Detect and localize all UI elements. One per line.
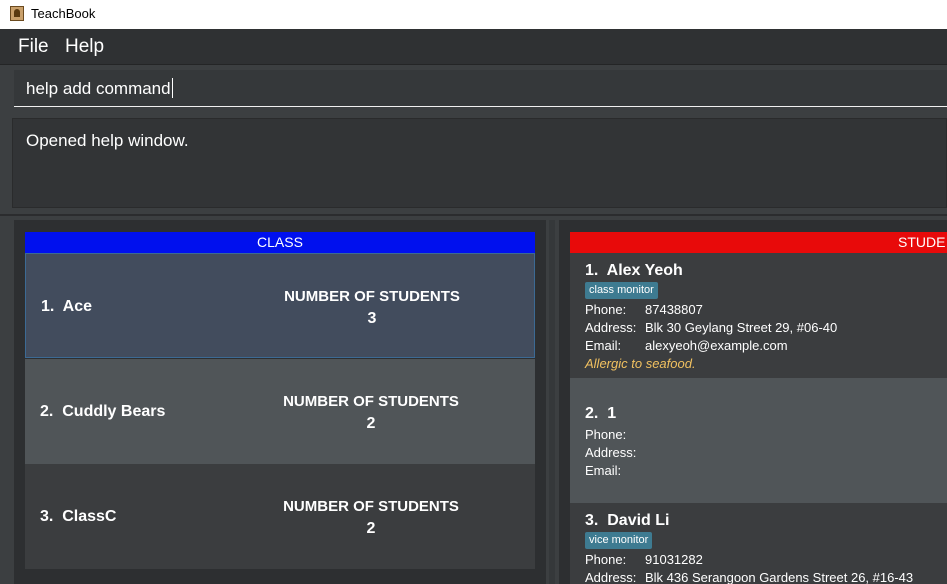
result-message: Opened help window. — [26, 131, 189, 150]
student-list-panel: STUDE 1. Alex Yeoh class monitor Phone: 8… — [559, 220, 947, 584]
student-address-row: Address: Blk 30 Geylang Street 29, #06-40 — [585, 320, 838, 335]
class-card[interactable]: 3. ClassC NUMBER OF STUDENTS 2 — [25, 464, 535, 569]
student-email-row: Email: — [585, 463, 622, 478]
student-name: 3. David Li — [585, 512, 670, 529]
student-name: 2. 1 — [585, 405, 617, 422]
student-card[interactable]: 3. David Li vice monitor Phone: 91031282 … — [570, 503, 947, 584]
panel-splitter[interactable] — [549, 220, 555, 584]
menu-help[interactable]: Help — [65, 36, 104, 58]
student-phone-row: Phone: 91031282 — [585, 552, 703, 567]
class-list-header: CLASS — [25, 232, 535, 253]
class-count-value: 2 — [366, 520, 376, 537]
student-tag: vice monitor — [585, 532, 653, 549]
class-list-panel: CLASS 1. Ace NUMBER OF STUDENTS 3 2. Cud… — [14, 220, 546, 584]
class-count-label: NUMBER OF STUDENTS — [283, 393, 459, 410]
menu-bar: File Help — [0, 29, 947, 65]
text-caret — [171, 78, 173, 98]
student-list-header: STUDE — [570, 232, 947, 253]
student-card[interactable]: 2. 1 Phone: Address: Email: — [570, 378, 947, 503]
class-card[interactable]: 2. Cuddly Bears NUMBER OF STUDENTS 2 — [25, 359, 535, 464]
student-card[interactable]: 1. Alex Yeoh class monitor Phone: 8743880… — [570, 253, 947, 378]
student-tag: class monitor — [585, 282, 658, 299]
result-display: Opened help window. — [12, 118, 947, 208]
class-name: 1. Ace — [41, 298, 92, 315]
menu-file[interactable]: File — [18, 36, 49, 58]
student-phone-row: Phone: 87438807 — [585, 302, 703, 317]
class-count-label: NUMBER OF STUDENTS — [283, 498, 459, 515]
class-count-value: 2 — [366, 415, 376, 432]
class-count-label: NUMBER OF STUDENTS — [284, 288, 460, 305]
student-remark: Allergic to seafood. — [585, 356, 696, 371]
class-count-value: 3 — [367, 310, 377, 327]
command-input-text: help add command — [26, 79, 171, 98]
app-icon — [10, 6, 24, 21]
student-name: 1. Alex Yeoh — [585, 262, 683, 279]
student-address-row: Address: Blk 436 Serangoon Gardens Street… — [585, 570, 914, 584]
student-email-row: Email: alexyeoh@example.com — [585, 338, 788, 353]
section-divider — [0, 214, 947, 216]
student-address-row: Address: — [585, 445, 637, 460]
class-card[interactable]: 1. Ace NUMBER OF STUDENTS 3 — [25, 253, 535, 358]
title-bar: TeachBook — [0, 0, 947, 29]
command-input[interactable]: help add command — [14, 70, 947, 107]
class-name: 2. Cuddly Bears — [40, 403, 166, 420]
student-phone-row: Phone: — [585, 427, 627, 442]
class-name: 3. ClassC — [40, 508, 117, 525]
window-title: TeachBook — [31, 6, 96, 21]
